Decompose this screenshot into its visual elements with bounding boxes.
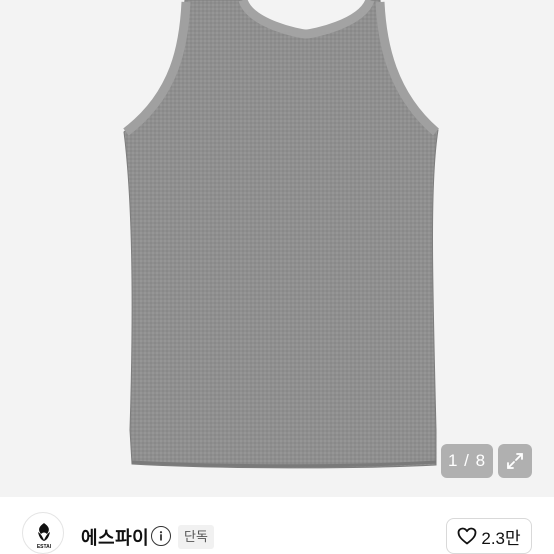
- store-logo-text: ESTAI: [37, 544, 52, 550]
- image-counter: 1 / 8: [441, 444, 493, 478]
- heart-icon: [457, 527, 477, 545]
- like-button[interactable]: 2.3만: [446, 518, 532, 554]
- expand-icon: [507, 453, 523, 469]
- store-logo[interactable]: ESTAI: [22, 512, 64, 554]
- store-logo-mark: ESTAI: [37, 523, 52, 550]
- info-icon[interactable]: [151, 526, 171, 546]
- like-count: 2.3만: [481, 528, 521, 548]
- product-image[interactable]: 1 / 8: [0, 0, 554, 497]
- tank-top-illustration: [123, 0, 439, 469]
- store-name[interactable]: 에스파이: [81, 524, 149, 550]
- info-glyph: [159, 531, 163, 541]
- exclusive-badge: 단독: [178, 525, 214, 549]
- expand-button[interactable]: [498, 444, 532, 478]
